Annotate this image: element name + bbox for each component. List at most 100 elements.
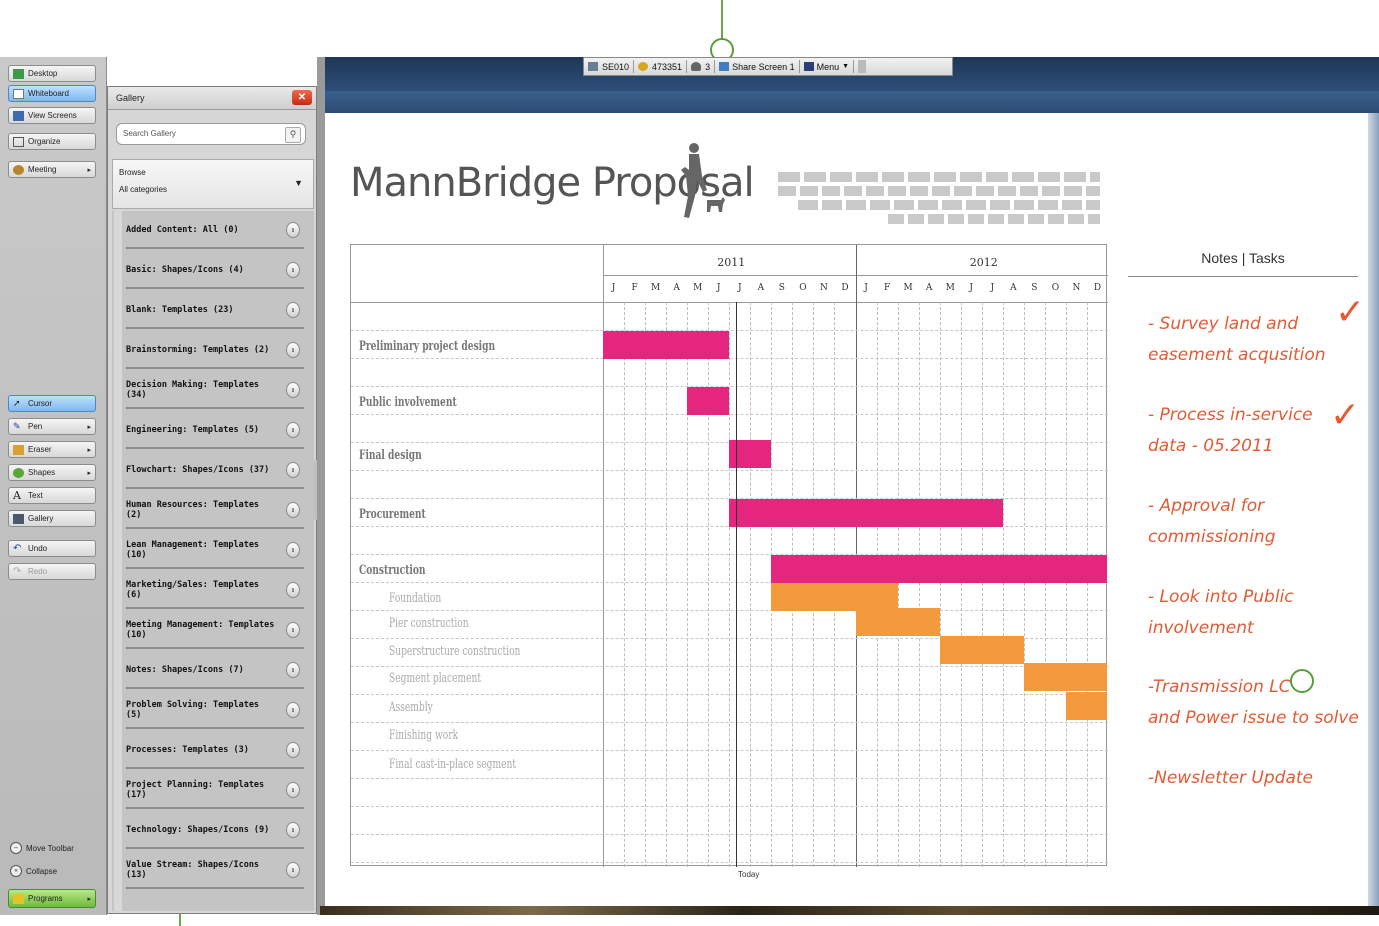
share-screen-button[interactable]: Share Screen 1 — [719, 62, 795, 72]
gallery-category-item[interactable]: Project Planning: Templates (17) ⇕ — [126, 773, 304, 809]
gantt-month-label: F — [883, 283, 891, 293]
collapse-button[interactable]: «Collapse — [10, 865, 57, 877]
session-bar-grip[interactable] — [858, 60, 867, 73]
gallery-search-input[interactable]: Search Gallery ⚲ — [116, 123, 306, 145]
expand-icon[interactable]: ⇕ — [286, 342, 300, 358]
expand-icon[interactable]: ⇕ — [286, 862, 300, 878]
divider — [853, 60, 855, 73]
note-item: - Approval for commissioning — [1148, 491, 1276, 553]
gantt-month-label: M — [650, 283, 661, 293]
gallery-category-label: Marketing/Sales: Templates (6) — [126, 580, 260, 600]
gallery-category-label: Notes: Shapes/Icons (7) — [126, 665, 244, 675]
gallery-category-item[interactable]: Notes: Shapes/Icons (7) ⇕ — [126, 653, 304, 689]
notes-divider — [1128, 276, 1358, 277]
gallery-category-item[interactable]: Marketing/Sales: Templates (6) ⇕ — [126, 573, 304, 609]
expand-icon[interactable]: ⇕ — [286, 262, 300, 278]
gallery-category-item[interactable]: Basic: Shapes/Icons (4) ⇕ — [126, 253, 304, 289]
gantt-month-label: F — [631, 283, 638, 293]
move-toolbar-button[interactable]: ⇔ Move Toolbar — [10, 842, 74, 854]
programs-button[interactable]: Programs ▸ — [8, 889, 96, 908]
gallery-category-item[interactable]: Meeting Management: Templates (10) ⇕ — [126, 613, 304, 649]
gantt-month-label: S — [1031, 283, 1038, 293]
gallery-category-item[interactable]: Processes: Templates (3) ⇕ — [126, 733, 304, 769]
expand-icon[interactable]: ⇕ — [286, 702, 300, 718]
expand-icon[interactable]: ⇕ — [286, 822, 300, 838]
expand-icon[interactable]: ⇕ — [286, 222, 300, 238]
expand-icon[interactable]: ⇕ — [286, 782, 300, 798]
room-id: SE010 — [602, 61, 630, 72]
gantt-month-label: J — [864, 283, 868, 293]
gantt-row-gridline — [351, 750, 1108, 751]
gallery-category-item[interactable]: Added Content: All (0) ⇕ — [126, 213, 304, 249]
expand-icon[interactable]: ⇕ — [286, 302, 300, 318]
note-line: commissioning — [1148, 527, 1276, 547]
tool-text-button[interactable]: A Text — [8, 487, 96, 504]
gallery-category-item[interactable]: Blank: Templates (23) ⇕ — [126, 293, 304, 329]
move-icon: ⇔ — [10, 842, 22, 854]
toolbar-organize-button[interactable]: Organize — [8, 133, 96, 150]
expand-icon[interactable]: ⇕ — [286, 462, 300, 478]
gallery-category-item[interactable]: Value Stream: Shapes/Icons (13) ⇕ — [126, 853, 304, 889]
share-screen-icon — [719, 62, 730, 71]
gantt-task-label: Final cast-in-place segment — [389, 757, 517, 772]
tool-gallery-button[interactable]: Gallery — [8, 510, 96, 527]
close-icon[interactable]: ✕ — [292, 90, 312, 105]
gallery-category-item[interactable]: Engineering: Templates (5) ⇕ — [126, 413, 304, 449]
redo-button[interactable]: ↷ Redo — [8, 563, 96, 580]
expand-icon[interactable]: ⇕ — [286, 382, 300, 398]
tool-cursor-button[interactable]: ➚ Cursor — [8, 395, 96, 412]
chevron-down-icon: ▼ — [294, 178, 303, 188]
gantt-row-gridline — [351, 834, 1108, 835]
tool-shapes-button[interactable]: Shapes ▸ — [8, 464, 96, 481]
gantt-task-bar — [771, 555, 1107, 583]
chevron-right-icon: ▸ — [87, 446, 91, 454]
gallery-header: Gallery ✕ — [108, 87, 316, 110]
note-line: - Look into Public — [1148, 587, 1294, 607]
note-line: and Power issue to solve — [1148, 708, 1359, 728]
collapse-icon: « — [10, 865, 22, 877]
tool-pen-button[interactable]: ✎ Pen ▸ — [8, 418, 96, 435]
panel-divider — [317, 57, 325, 915]
menu-button[interactable]: Menu ▼ — [803, 62, 849, 72]
toolbar-view-screens-button[interactable]: View Screens — [8, 107, 96, 124]
divider — [686, 60, 688, 73]
note-line: data - 05.2011 — [1148, 436, 1274, 456]
browse-select[interactable]: Browse All categories ▼ — [112, 159, 314, 209]
expand-icon[interactable]: ⇕ — [286, 502, 300, 518]
gallery-category-item[interactable]: Decision Making: Templates (34) ⇕ — [126, 373, 304, 409]
gallery-category-item[interactable]: Brainstorming: Templates (2) ⇕ — [126, 333, 304, 369]
view-screens-icon — [13, 110, 24, 121]
gantt-row-gridline — [351, 470, 1108, 471]
undo-button[interactable]: ↶ Undo — [8, 540, 96, 557]
expand-icon[interactable]: ⇕ — [286, 542, 300, 558]
checkmark-icon: ✓ — [1335, 292, 1366, 333]
gallery-category-item[interactable]: Lean Management: Templates (10) ⇕ — [126, 533, 304, 569]
gantt-task-bar — [729, 499, 1003, 527]
tool-eraser-button[interactable]: Eraser ▸ — [8, 441, 96, 458]
expand-icon[interactable]: ⇕ — [286, 582, 300, 598]
gallery-category-item[interactable]: Technology: Shapes/Icons (9) ⇕ — [126, 813, 304, 849]
gallery-category-item[interactable]: Problem Solving: Templates (5) ⇕ — [126, 693, 304, 729]
cursor-icon: ➚ — [13, 397, 21, 408]
scrollbar[interactable] — [114, 211, 122, 911]
search-icon[interactable]: ⚲ — [285, 127, 301, 143]
toolbar-meeting-button[interactable]: Meeting ▸ — [8, 161, 96, 178]
gantt-month-label: D — [1093, 283, 1102, 293]
gantt-row-gridline — [351, 806, 1108, 807]
toolbar-whiteboard-button[interactable]: Whiteboard — [8, 85, 96, 102]
gallery-category-item[interactable]: Flowchart: Shapes/Icons (37) ⇕ — [126, 453, 304, 489]
gantt-month-label: A — [925, 283, 933, 293]
expand-icon[interactable]: ⇕ — [286, 662, 300, 678]
gantt-row-gridline — [351, 330, 1108, 331]
toolbar-desktop-button[interactable]: Desktop — [8, 65, 96, 82]
gallery-category-item[interactable]: Human Resources: Templates (2) ⇕ — [126, 493, 304, 529]
expand-icon[interactable]: ⇕ — [286, 422, 300, 438]
expand-icon[interactable]: ⇕ — [286, 622, 300, 638]
gantt-task-label: Public involvement — [359, 395, 457, 410]
whiteboard-icon — [13, 88, 24, 99]
gantt-task-label: Procurement — [359, 507, 426, 522]
session-bar: SE010 473351 3 Share Screen 1 Menu ▼ — [583, 57, 953, 76]
notes-title: Notes | Tasks — [1201, 250, 1285, 266]
participants-icon — [691, 62, 702, 71]
expand-icon[interactable]: ⇕ — [286, 742, 300, 758]
